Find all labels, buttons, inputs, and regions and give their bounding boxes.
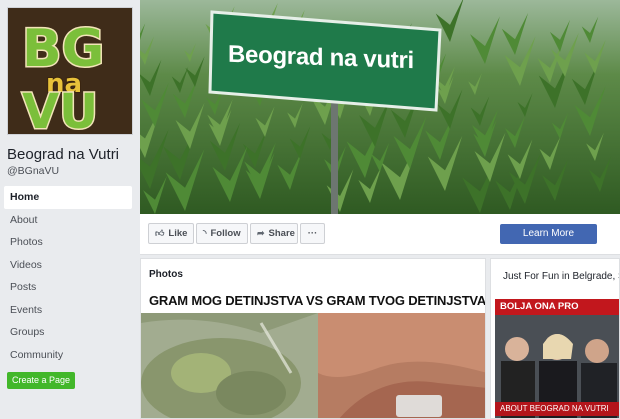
logo-image: BG na VU: [8, 8, 132, 134]
photo-thumbnail[interactable]: [141, 313, 318, 418]
page-action-bar: 👍︎ Like ◝ Follow ➦ Share ··· Learn More: [140, 214, 620, 255]
follow-button[interactable]: ◝ Follow: [196, 223, 248, 244]
image-banner-top: BOLJA ONA PRO: [495, 299, 619, 315]
share-arrow-icon: ➦: [257, 228, 265, 238]
thumbs-up-icon: 👍︎: [155, 228, 165, 238]
left-sidebar: BG na VU Beograd na Vutri @BGnaVU Home Ab…: [0, 0, 140, 419]
cover-image: [140, 0, 620, 214]
follow-label: Follow: [210, 228, 241, 239]
sidebar-item-about[interactable]: About: [4, 209, 132, 232]
like-label: Like: [168, 228, 188, 239]
cover-photo[interactable]: Beograd na vutri: [140, 0, 620, 214]
photo-thumbnail[interactable]: [318, 313, 485, 418]
image-banner-bottom: ABOUT BEOGRAD NA VUTRI: [495, 402, 619, 416]
photos-section-title[interactable]: Photos: [149, 269, 183, 280]
rss-icon: ◝: [203, 228, 207, 238]
sidebar-item-groups[interactable]: Groups: [4, 321, 132, 344]
related-post-card: Just For Fun in Belgrade, S BOLJA ONA PR…: [490, 258, 620, 419]
svg-text:VU: VU: [22, 84, 98, 134]
sidebar-item-home[interactable]: Home: [4, 186, 132, 209]
sidebar-item-videos[interactable]: Videos: [4, 254, 132, 277]
related-post-image[interactable]: BOLJA ONA PRO ABOUT BEOGRAD NA VUTRI: [495, 299, 619, 418]
share-button[interactable]: ➦ Share: [250, 223, 298, 244]
page-username[interactable]: @BGnaVU: [7, 165, 59, 177]
weed-bag-image: [141, 313, 318, 418]
more-dots-icon: ···: [307, 228, 318, 239]
like-button[interactable]: 👍︎ Like: [148, 223, 194, 244]
fingers-image: [318, 313, 485, 418]
sidebar-item-events[interactable]: Events: [4, 299, 132, 322]
learn-more-button[interactable]: Learn More: [500, 224, 597, 244]
page-nav: Home About Photos Videos Posts Events Groups Co…: [4, 186, 132, 366]
related-post-text[interactable]: Just For Fun in Belgrade, S: [503, 271, 619, 282]
page-title[interactable]: Beograd na Vutri: [7, 146, 119, 163]
create-page-button[interactable]: Create a Page: [7, 372, 75, 389]
share-label: Share: [268, 228, 295, 239]
sidebar-item-posts[interactable]: Posts: [4, 276, 132, 299]
sidebar-item-community[interactable]: Community: [4, 344, 132, 367]
more-button[interactable]: ···: [300, 223, 325, 244]
people-photo: [495, 299, 619, 418]
photo-headline: GRAM MOG DETINJSTVA VS GRAM TVOG DETINJS…: [149, 293, 486, 308]
photos-card: Photos GRAM MOG DETINJSTVA VS GRAM TVOG …: [140, 258, 486, 419]
sidebar-item-photos[interactable]: Photos: [4, 231, 132, 254]
page-profile-picture[interactable]: BG na VU: [7, 7, 133, 135]
